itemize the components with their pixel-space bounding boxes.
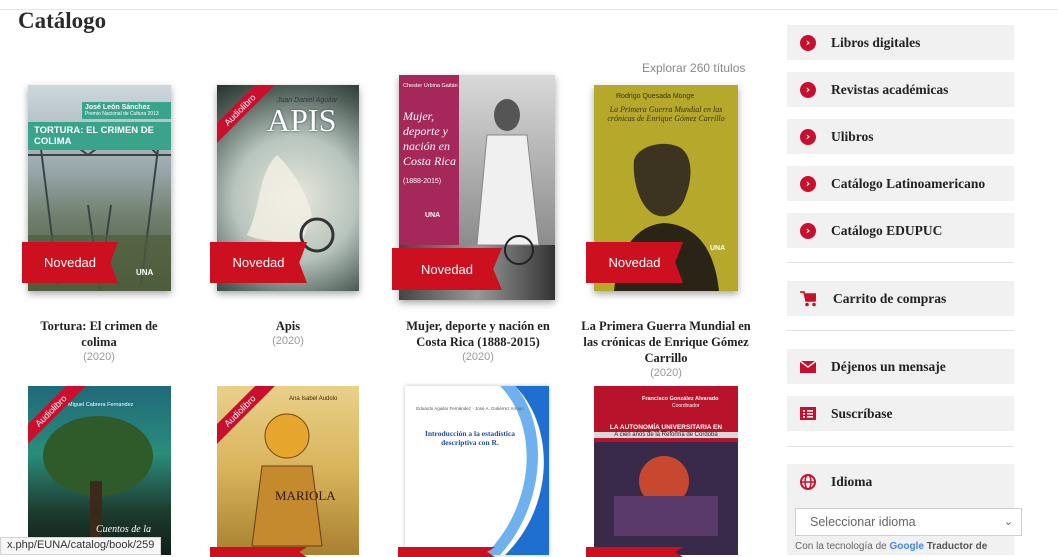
sidebar-item-label: Carrito de compras bbox=[833, 290, 947, 306]
chevron-right-icon: › bbox=[800, 222, 816, 239]
novedad-badge: Novedad bbox=[210, 242, 307, 283]
sidebar-item-label: Ulibros bbox=[831, 128, 874, 144]
sidebar-message[interactable]: Déjenos un mensaje bbox=[787, 349, 1014, 384]
sidebar-item-catalogo-latinoamericano[interactable]: › Catálogo Latinoamericano bbox=[787, 166, 1014, 201]
book-year: (2020) bbox=[462, 351, 494, 363]
cover-author-name: José León Sánchez bbox=[85, 104, 150, 111]
cover-title: TORTURA: EL CRIMEN DE COLIMA bbox=[28, 122, 171, 150]
sidebar-item-libros-digitales[interactable]: › Libros digitales bbox=[787, 25, 1014, 60]
sidebar-divider bbox=[787, 330, 1014, 331]
status-bar-url: x.php/EUNA/catalog/book/259 bbox=[0, 537, 162, 555]
blue-swoosh bbox=[485, 386, 549, 555]
top-divider bbox=[0, 9, 1058, 10]
una-logo: UNA bbox=[710, 245, 726, 252]
language-select[interactable]: Seleccionar idioma ⌄ bbox=[795, 508, 1022, 536]
cover-title: MARIOLA bbox=[275, 488, 336, 503]
cover-author: Chester Urbina Gaitán bbox=[403, 83, 458, 89]
explore-titles-link[interactable]: Explorar 260 títulos bbox=[642, 61, 745, 75]
page-title: Catálogo bbox=[18, 8, 107, 33]
book-title[interactable]: Apis bbox=[213, 318, 363, 334]
novedad-badge-partial bbox=[210, 547, 307, 557]
chevron-right-icon: › bbox=[800, 128, 816, 145]
chevron-right-icon: › bbox=[800, 175, 816, 192]
book-cover-estadistica[interactable]: Eduardo Aguilar Fernández · José A. Guti… bbox=[405, 386, 549, 555]
book-cover-autonomia[interactable]: Francisco González Alvarado Coordinador … bbox=[594, 386, 738, 555]
book-cover-cuentos[interactable]: Miguel Cabrera Fernandez Cuentos de la A… bbox=[28, 386, 171, 555]
audiobook-ribbon: Audiolibro bbox=[28, 386, 86, 444]
newsletter-icon bbox=[800, 407, 816, 420]
book-year: (2020) bbox=[83, 351, 115, 363]
cover-title: Cuentos de la bbox=[96, 524, 151, 535]
sidebar-item-label: Revistas académicas bbox=[831, 81, 949, 97]
audiobook-ribbon: Audiolibro bbox=[217, 85, 275, 143]
language-heading-label: Idioma bbox=[831, 473, 873, 489]
sidebar-item-revistas[interactable]: › Revistas académicas bbox=[787, 72, 1014, 107]
novedad-badge: Novedad bbox=[586, 242, 683, 283]
mural-illustration bbox=[594, 442, 738, 555]
powered-prefix: Con la tecnología de bbox=[795, 541, 887, 552]
cover-title: Mujer, deporte y nación en Costa Rica bbox=[403, 109, 456, 168]
novedad-badge-partial bbox=[398, 547, 495, 557]
chevron-right-icon: › bbox=[800, 34, 816, 51]
book-cover-mariola[interactable]: Ana Isabel Audolo MARIOLA Audiolibro bbox=[217, 386, 359, 555]
novedad-badge: Novedad bbox=[392, 248, 502, 290]
audiobook-ribbon: Audiolibro bbox=[217, 386, 275, 444]
sidebar-cart[interactable]: Carrito de compras bbox=[787, 281, 1014, 316]
envelope-icon bbox=[800, 360, 816, 373]
sidebar-subscribe[interactable]: Suscríbase bbox=[787, 396, 1014, 431]
globe-icon bbox=[800, 473, 816, 490]
sidebar-item-label: Libros digitales bbox=[831, 34, 921, 50]
book-year: (2020) bbox=[272, 335, 304, 347]
powered-suffix: Traductor de bbox=[926, 541, 988, 552]
sidebar-divider bbox=[787, 446, 1014, 447]
cover-author: José León Sánchez Premio Nacional de Cul… bbox=[82, 102, 171, 119]
google-logo: Google bbox=[889, 541, 924, 552]
sidebar-item-label: Déjenos un mensaje bbox=[831, 358, 946, 374]
chevron-right-icon: › bbox=[800, 81, 816, 98]
novedad-badge-partial bbox=[586, 547, 683, 557]
sidebar-divider bbox=[787, 262, 1014, 263]
sidebar-item-label: Catálogo Latinoamericano bbox=[831, 175, 986, 191]
chevron-down-icon: ⌄ bbox=[1003, 516, 1013, 528]
cart-icon bbox=[800, 290, 816, 306]
book-year: (2020) bbox=[650, 367, 682, 379]
book-title[interactable]: Tortura: El crimen de colima bbox=[24, 318, 174, 350]
cover-author: Ana Isabel Audolo bbox=[289, 396, 338, 402]
sidebar-item-ulibros[interactable]: › Ulibros bbox=[787, 119, 1014, 154]
sidebar-item-catalogo-edupuc[interactable]: › Catálogo EDUPUC bbox=[787, 213, 1014, 248]
book-title[interactable]: La Primera Guerra Mundial en las crónica… bbox=[578, 318, 754, 366]
cover-title: Introducción a la estadística descriptiv… bbox=[424, 429, 516, 447]
cover-author: Eduardo Aguilar Fernández · José A. Guti… bbox=[416, 406, 524, 411]
sidebar-item-label: Suscríbase bbox=[831, 405, 893, 421]
sidebar-item-label: Catálogo EDUPUC bbox=[831, 222, 943, 238]
una-logo: UNA bbox=[425, 212, 441, 219]
google-translate-credit[interactable]: Con la tecnología de Google Traductor de bbox=[795, 541, 987, 552]
cover-years: (1888-2015) bbox=[403, 178, 442, 185]
cover-subtitle: Premio Nacional de Cultura 2013 bbox=[85, 111, 159, 117]
language-select-value: Seleccionar idioma bbox=[810, 515, 916, 529]
book-title[interactable]: Mujer, deporte y nación en Costa Rica (1… bbox=[393, 318, 563, 350]
novedad-badge: Novedad bbox=[22, 242, 118, 283]
una-logo: UNA bbox=[136, 268, 154, 277]
language-heading: Idioma bbox=[787, 464, 1014, 499]
